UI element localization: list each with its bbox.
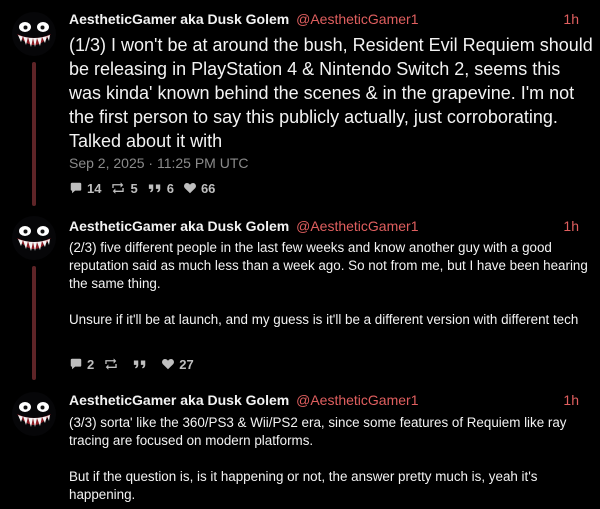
tweet-stats: 2 27 <box>69 356 203 372</box>
retweet-stat[interactable] <box>103 357 123 371</box>
author-handle[interactable]: @AestheticGamer1 <box>296 392 418 408</box>
retweet-icon <box>110 181 126 195</box>
reply-icon <box>69 181 83 195</box>
reply-stat[interactable]: 2 <box>69 357 94 372</box>
reply-icon <box>69 357 83 371</box>
author-avatar[interactable] <box>12 216 56 260</box>
like-stat[interactable]: 27 <box>161 356 194 372</box>
tweet-text: (2/3) five different people in the last … <box>69 240 588 327</box>
retweet-count: 5 <box>130 180 138 196</box>
author-avatar[interactable] <box>12 392 56 436</box>
retweet-icon <box>103 357 119 371</box>
grinning-monster-avatar-icon <box>12 392 56 436</box>
thread-connector-line <box>32 62 36 206</box>
author-display-name[interactable]: AestheticGamer aka Dusk Golem <box>69 11 289 27</box>
author-handle[interactable]: @AestheticGamer1 <box>296 218 418 234</box>
grinning-monster-avatar-icon <box>12 216 56 260</box>
tweet-header: AestheticGamer aka Dusk Golem @Aesthetic… <box>69 390 590 410</box>
heart-icon <box>183 181 197 195</box>
tweet-date[interactable]: Sep 2, 2025 · 11:25 PM UTC <box>69 155 249 171</box>
author-display-name[interactable]: AestheticGamer aka Dusk Golem <box>69 392 289 408</box>
tweet-header: AestheticGamer aka Dusk Golem @Aesthetic… <box>69 216 590 236</box>
retweet-stat[interactable]: 5 <box>110 180 138 196</box>
tweet-time[interactable]: 1h <box>563 9 579 29</box>
author-avatar[interactable] <box>12 12 56 56</box>
heart-icon <box>161 357 175 371</box>
thread-connector-line <box>32 266 36 380</box>
quote-count: 6 <box>166 180 174 196</box>
like-stat[interactable]: 66 <box>183 181 215 196</box>
quote-icon <box>147 181 163 195</box>
tweet-text: (1/3) I won't be at around the bush, Res… <box>69 35 598 151</box>
quote-icon <box>132 357 148 371</box>
tweet-time[interactable]: 1h <box>563 216 579 236</box>
tweet-time[interactable]: 1h <box>563 390 579 410</box>
quote-stat[interactable] <box>132 357 152 371</box>
tweet-header: AestheticGamer aka Dusk Golem @Aesthetic… <box>69 9 590 29</box>
tweet-text: (3/3) sorta' like the 360/PS3 & Wii/PS2 … <box>69 415 567 502</box>
tweet-thread: AestheticGamer aka Dusk Golem @Aesthetic… <box>0 0 600 509</box>
tweet-stats: 14 5 6 66 <box>69 180 224 196</box>
reply-count: 14 <box>87 180 102 196</box>
author-handle[interactable]: @AestheticGamer1 <box>296 11 418 27</box>
quote-stat[interactable]: 6 <box>147 181 174 196</box>
author-display-name[interactable]: AestheticGamer aka Dusk Golem <box>69 218 289 234</box>
like-count: 27 <box>179 356 194 372</box>
reply-stat[interactable]: 14 <box>69 181 101 196</box>
like-count: 66 <box>200 180 216 196</box>
grinning-monster-avatar-icon <box>12 12 56 56</box>
reply-count: 2 <box>87 356 95 372</box>
